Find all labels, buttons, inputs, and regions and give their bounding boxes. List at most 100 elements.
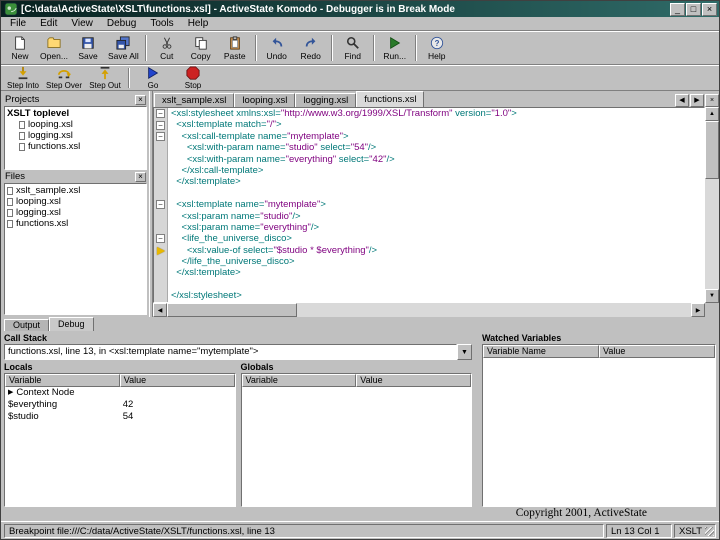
code-text[interactable]: </xsl:stylesheet> bbox=[168, 290, 242, 301]
vscroll-thumb[interactable] bbox=[705, 121, 719, 179]
code-text[interactable]: </life_the_universe_disco> bbox=[168, 256, 295, 267]
code-margin[interactable] bbox=[154, 290, 168, 302]
code-margin[interactable]: − bbox=[154, 233, 168, 245]
minimize-button[interactable]: _ bbox=[670, 2, 685, 16]
editor-close-icon[interactable]: × bbox=[705, 94, 719, 107]
step-into-button[interactable]: Step Into bbox=[3, 66, 43, 90]
code-margin[interactable] bbox=[154, 256, 168, 268]
horizontal-scrollbar[interactable]: ◀ ▶ bbox=[153, 303, 719, 317]
new-button[interactable]: New bbox=[3, 33, 37, 63]
fold-marker-icon[interactable]: − bbox=[156, 131, 165, 141]
menu-help[interactable]: Help bbox=[181, 18, 216, 29]
tab-xslt-sample[interactable]: xslt_sample.xsl bbox=[154, 93, 235, 107]
save-button[interactable]: Save bbox=[71, 33, 105, 63]
scroll-up-icon[interactable]: ▲ bbox=[705, 107, 719, 121]
paste-button[interactable]: Paste bbox=[218, 33, 252, 63]
scroll-left-icon[interactable]: ◀ bbox=[153, 303, 167, 317]
fold-marker-icon[interactable]: − bbox=[156, 234, 165, 244]
projects-close-button[interactable]: × bbox=[135, 94, 146, 105]
current-line-margin[interactable] bbox=[154, 244, 168, 257]
step-out-button[interactable]: Step Out bbox=[85, 66, 125, 90]
fold-marker-icon[interactable]: − bbox=[156, 200, 165, 210]
column-header-variable[interactable]: Variable bbox=[241, 374, 357, 387]
code-margin[interactable]: − bbox=[154, 108, 168, 120]
resize-grip[interactable] bbox=[705, 527, 714, 536]
menu-file[interactable]: File bbox=[3, 18, 33, 29]
files-close-button[interactable]: × bbox=[135, 171, 146, 182]
tab-scroll-right-icon[interactable]: ▶ bbox=[690, 94, 704, 107]
fold-marker-icon[interactable]: − bbox=[156, 120, 165, 130]
code-text[interactable]: <xsl:template match="/"> bbox=[168, 119, 281, 130]
tab-functions[interactable]: functions.xsl bbox=[356, 91, 425, 107]
code-text[interactable] bbox=[168, 188, 171, 199]
column-header-value[interactable]: Value bbox=[599, 345, 715, 358]
column-header-variable-name[interactable]: Variable Name bbox=[483, 345, 599, 358]
open-button[interactable]: Open... bbox=[37, 33, 71, 63]
call-stack-value[interactable]: functions.xsl, line 13, in <xsl:template… bbox=[4, 344, 457, 360]
table-row[interactable]: ▶ Context Node bbox=[5, 387, 235, 399]
scroll-down-icon[interactable]: ▼ bbox=[705, 289, 719, 303]
project-file-item[interactable]: looping.xsl bbox=[7, 119, 144, 130]
komodo-app-icon[interactable] bbox=[3, 2, 18, 17]
tab-logging[interactable]: logging.xsl bbox=[295, 93, 357, 107]
code-text[interactable]: </xsl:template> bbox=[168, 176, 240, 187]
code-margin[interactable] bbox=[154, 210, 168, 222]
titlebar[interactable]: [C:\data\ActiveState\XSLT\functions.xsl]… bbox=[1, 1, 719, 17]
code-text[interactable]: <xsl:template name="mytemplate"> bbox=[168, 199, 326, 210]
code-text[interactable]: <xsl:stylesheet xmlns:xsl="http://www.w3… bbox=[168, 108, 517, 119]
help-button[interactable]: ? Help bbox=[420, 33, 454, 63]
menu-edit[interactable]: Edit bbox=[33, 18, 64, 29]
scroll-right-icon[interactable]: ▶ bbox=[691, 303, 705, 317]
code-text[interactable]: <xsl:param name="studio"/> bbox=[168, 211, 301, 222]
vscroll-track[interactable] bbox=[705, 121, 719, 289]
code-margin[interactable]: − bbox=[154, 199, 168, 211]
combo-dropdown-icon[interactable]: ▼ bbox=[457, 344, 472, 360]
redo-button[interactable]: Redo bbox=[294, 33, 328, 63]
table-row[interactable]: $everything 42 bbox=[5, 399, 235, 411]
run-button[interactable]: Run... bbox=[378, 33, 412, 63]
file-list-item[interactable]: xslt_sample.xsl bbox=[7, 185, 144, 196]
tab-looping[interactable]: looping.xsl bbox=[234, 93, 296, 107]
file-list-item[interactable]: logging.xsl bbox=[7, 207, 144, 218]
tab-scroll-left-icon[interactable]: ◀ bbox=[675, 94, 689, 107]
undo-button[interactable]: Undo bbox=[260, 33, 294, 63]
code-margin[interactable] bbox=[154, 153, 168, 165]
code-text[interactable]: </xsl:template> bbox=[168, 267, 240, 278]
fold-marker-icon[interactable]: − bbox=[156, 109, 165, 119]
column-header-value[interactable]: Value bbox=[356, 374, 471, 387]
code-text[interactable] bbox=[168, 279, 171, 290]
menu-debug[interactable]: Debug bbox=[100, 18, 143, 29]
code-text[interactable]: <xsl:with-param name="everything" select… bbox=[168, 154, 395, 165]
hscroll-track[interactable] bbox=[167, 303, 691, 317]
code-text[interactable]: <xsl:value-of select="$studio * $everyth… bbox=[168, 245, 377, 256]
code-text[interactable]: <life_the_universe_disco> bbox=[168, 233, 292, 244]
step-over-button[interactable]: Step Over bbox=[43, 67, 85, 90]
project-node[interactable]: XSLT toplevel bbox=[7, 108, 144, 119]
code-margin[interactable]: − bbox=[154, 119, 168, 131]
column-header-value[interactable]: Value bbox=[119, 374, 235, 387]
code-margin[interactable]: − bbox=[154, 130, 168, 143]
copy-button[interactable]: Copy bbox=[184, 33, 218, 63]
find-button[interactable]: Find bbox=[336, 33, 370, 63]
table-row[interactable]: $studio 54 bbox=[5, 411, 235, 423]
project-file-item[interactable]: logging.xsl bbox=[7, 130, 144, 141]
code-text[interactable]: <xsl:param name="everything"/> bbox=[168, 222, 319, 233]
code-margin[interactable] bbox=[154, 187, 168, 200]
hscroll-thumb[interactable] bbox=[167, 303, 297, 317]
project-file-item[interactable]: functions.xsl bbox=[7, 141, 144, 152]
code-text[interactable]: </xsl:call-template> bbox=[168, 165, 264, 176]
maximize-button[interactable]: □ bbox=[686, 2, 701, 16]
file-list-item[interactable]: functions.xsl bbox=[7, 218, 144, 229]
code-margin[interactable] bbox=[154, 164, 168, 177]
code-margin[interactable] bbox=[154, 267, 168, 279]
go-button[interactable]: Go bbox=[133, 66, 173, 90]
file-list-item[interactable]: looping.xsl bbox=[7, 196, 144, 207]
code-margin[interactable] bbox=[154, 176, 168, 188]
code-margin[interactable] bbox=[154, 278, 168, 291]
tab-output[interactable]: Output bbox=[4, 319, 50, 331]
code-text[interactable]: <xsl:call-template name="mytemplate"> bbox=[168, 131, 349, 142]
menu-tools[interactable]: Tools bbox=[143, 18, 180, 29]
code-margin[interactable] bbox=[154, 221, 168, 234]
stop-button[interactable]: Stop bbox=[173, 66, 213, 90]
code-margin[interactable] bbox=[154, 142, 168, 154]
